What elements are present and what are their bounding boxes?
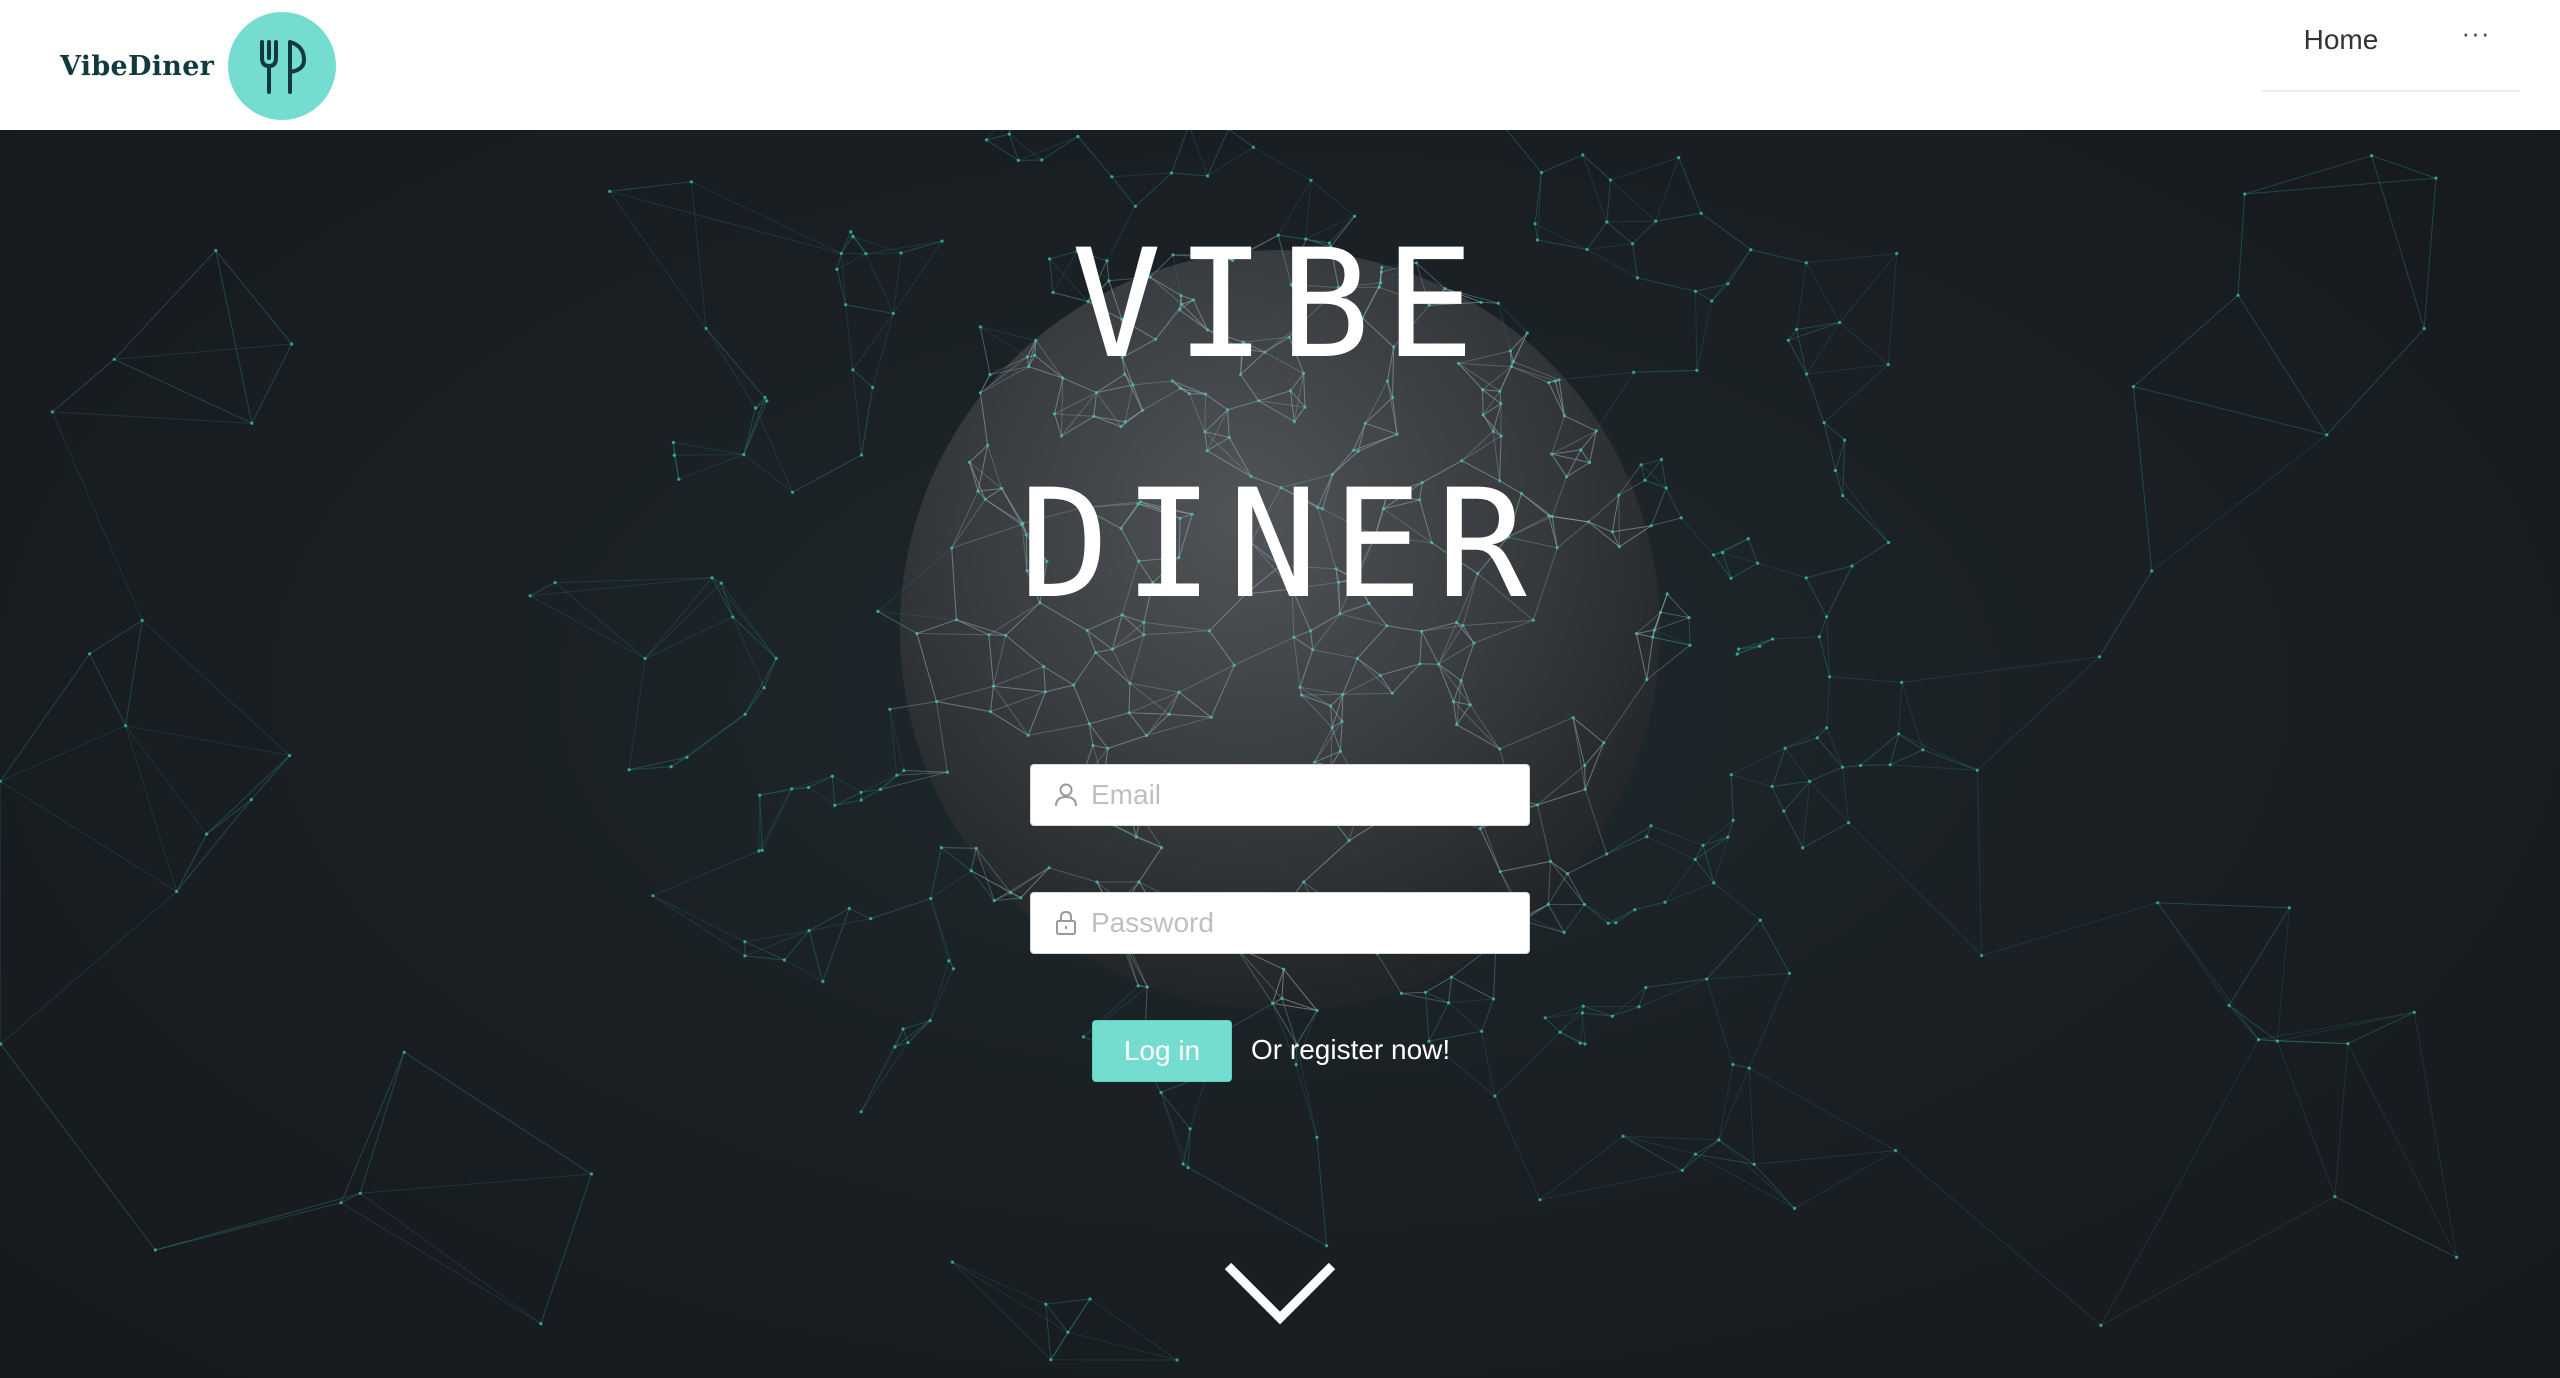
hero-title-vibe: VIBE [1071,218,1489,392]
password-input[interactable] [1091,907,1511,939]
fork-knife-icon [260,40,307,94]
brand[interactable]: VibeDiner [60,12,337,120]
page: VibeDiner Home ··· VIBE DINER Email Log … [0,0,2560,1378]
nav-more-icon[interactable]: ··· [2456,18,2496,49]
register-link[interactable]: Or register now! [1251,1034,1450,1066]
nav-menu: Home ··· [2262,0,2520,92]
hero-section: VIBE DINER Log in Or register no [0,130,2560,1378]
email-field[interactable] [1030,764,1530,826]
brand-name: VibeDiner [60,50,215,82]
password-field[interactable] [1030,892,1530,954]
hero-title-diner: DINER [1019,458,1541,632]
lock-icon [1053,910,1079,936]
top-navbar: VibeDiner Home ··· [0,0,2560,130]
brand-logo [228,12,337,120]
chevron-down-icon[interactable] [1222,1258,1338,1328]
email-input[interactable] [1091,779,1511,811]
nav-item-home[interactable]: Home [2262,24,2420,56]
login-button[interactable]: Log in [1092,1020,1232,1082]
user-icon [1053,782,1079,808]
